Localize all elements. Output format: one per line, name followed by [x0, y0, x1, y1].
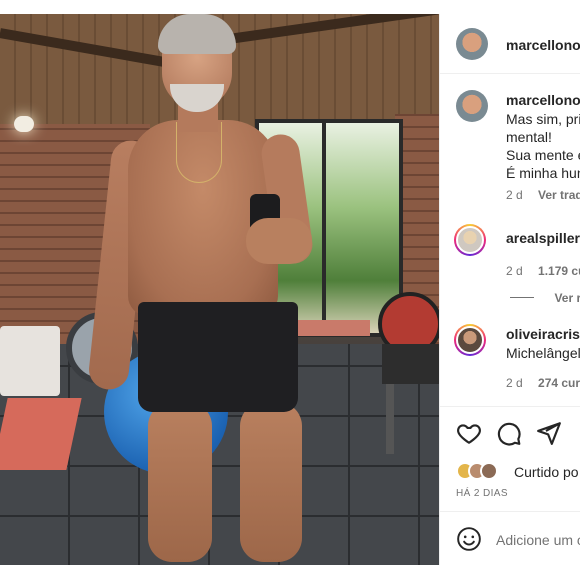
- post-side-panel: marcellonov marcellonov Mas sim, pri men…: [439, 14, 580, 565]
- left-leg: [148, 402, 212, 562]
- actions-divider: [440, 406, 580, 407]
- right-hand: [246, 218, 312, 264]
- commenter-avatar-image: [456, 326, 484, 354]
- author-avatar[interactable]: [456, 28, 488, 60]
- caption-line: É minha hun: [506, 165, 580, 181]
- plyo-box: [0, 326, 60, 396]
- header-divider: [440, 73, 580, 74]
- liked-by-text[interactable]: Curtido po: [514, 464, 579, 480]
- comment-likes[interactable]: 1.179 cur: [538, 264, 580, 278]
- caption-time: 2 d: [506, 188, 523, 202]
- comment-time: 2 d: [506, 376, 523, 390]
- caption-username[interactable]: marcellonov: [506, 92, 580, 108]
- bike-frame: [382, 344, 439, 384]
- share-icon[interactable]: [536, 420, 562, 446]
- comment-username[interactable]: arealspiller: [506, 230, 580, 246]
- author-username[interactable]: marcellonov: [506, 37, 580, 53]
- liker-avatar[interactable]: [480, 462, 498, 480]
- view-replies[interactable]: Ver re: [510, 289, 580, 307]
- wall-lamp: [14, 116, 34, 132]
- hair: [158, 14, 236, 54]
- commenter-avatar-image: [456, 226, 484, 254]
- comment-box-divider: [440, 511, 580, 512]
- caption-meta: 2 d Ver trad: [506, 188, 580, 202]
- comment-time: 2 d: [506, 264, 523, 278]
- comment-meta: 2 d 274 curt: [506, 376, 580, 390]
- comment-username[interactable]: oliveiracris1: [506, 326, 580, 342]
- comment-meta: 2 d 1.179 cur: [506, 264, 580, 278]
- comment-likes[interactable]: 274 curt: [538, 376, 580, 390]
- caption-text: Mas sim, pri mental! Sua mente e É minha…: [506, 110, 580, 182]
- exercise-bike: [372, 224, 439, 464]
- comment-icon[interactable]: [496, 420, 522, 446]
- person: [87, 14, 320, 565]
- commenter-avatar[interactable]: [454, 224, 486, 256]
- black-shorts: [138, 302, 298, 412]
- post-photo[interactable]: [0, 14, 439, 565]
- view-replies-label[interactable]: Ver re: [554, 291, 580, 305]
- bike-leg: [386, 384, 394, 454]
- caption-line: mental!: [506, 129, 552, 145]
- caption-avatar[interactable]: [456, 90, 488, 122]
- replies-line: [510, 297, 534, 299]
- right-leg: [240, 402, 302, 562]
- door-frame: [322, 119, 326, 333]
- heart-icon[interactable]: [456, 420, 482, 446]
- translate-link[interactable]: Ver trad: [538, 188, 580, 202]
- commenter-avatar[interactable]: [454, 324, 486, 356]
- caption-line: Sua mente e: [506, 147, 580, 163]
- comment-text: Michelângel: [506, 345, 580, 361]
- add-comment-input[interactable]: Adicione um c: [496, 532, 580, 548]
- caption-line: Mas sim, pri: [506, 111, 580, 127]
- emoji-icon[interactable]: [456, 526, 482, 552]
- post-timestamp[interactable]: HÁ 2 DIAS: [456, 488, 508, 499]
